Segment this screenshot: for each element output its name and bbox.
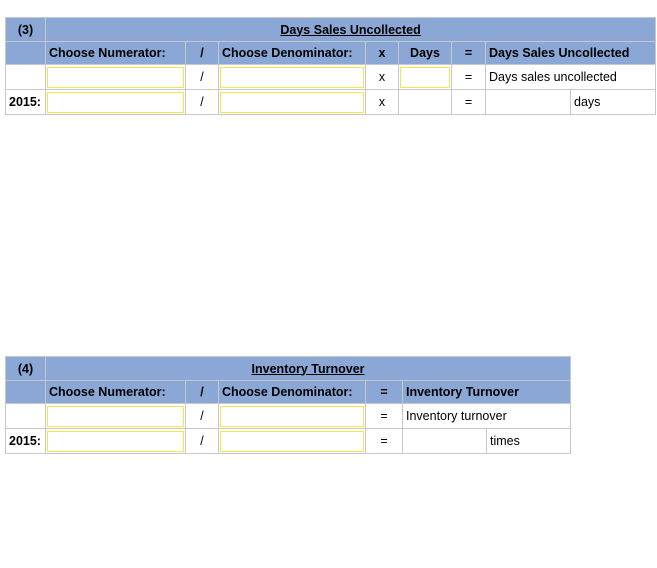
unit-days: days [569,89,657,115]
table-header-row: Choose Numerator: / Choose Denominator: … [5,41,657,65]
numerator-select[interactable] [47,66,184,88]
inventory-turnover-table: (4) Inventory Turnover Choose Numerator:… [5,356,572,454]
multiply-sign: x [365,64,399,90]
equals-sign: = [365,403,403,429]
divide-sign: / [185,403,219,429]
numerator-2015-input[interactable] [47,91,184,113]
table-row: 2015: / = times [5,428,572,454]
table-row: 2015: / x = days [5,89,657,115]
header-denominator: Choose Denominator: [218,41,366,65]
header-days: Days [398,41,452,65]
result-value-cell [485,89,571,115]
header-equals: = [365,380,403,404]
result-label: Days sales uncollected [484,64,657,90]
result-value-cell [402,428,487,454]
row-label [5,403,46,429]
section-number: (3) [5,17,46,42]
divide-sign: / [185,64,219,90]
table-row: / = Inventory turnover [5,403,572,429]
table-title-row: (4) Inventory Turnover [5,356,572,381]
divide-sign: / [185,89,219,115]
header-divide: / [185,41,219,65]
header-denominator: Choose Denominator: [218,380,366,404]
numerator-2015-input[interactable] [47,430,184,452]
table-row: / x = Days sales uncollected [5,64,657,90]
header-result: Inventory Turnover [401,380,572,404]
denominator-2015-input[interactable] [220,91,364,113]
header-divide: / [185,380,219,404]
row-label [5,64,46,90]
header-numerator: Choose Numerator: [45,41,186,65]
equals-sign: = [451,89,486,115]
header-result: Days Sales Uncollected [484,41,657,65]
denominator-select[interactable] [220,405,364,427]
table-header-row: Choose Numerator: / Choose Denominator: … [5,380,572,404]
denominator-2015-input[interactable] [220,430,364,452]
unit-times: times [485,428,572,454]
days-sales-uncollected-table: (3) Days Sales Uncollected Choose Numera… [5,17,657,115]
result-label: Inventory turnover [401,403,572,429]
table-title: Days Sales Uncollected [280,22,421,37]
multiply-sign: x [365,89,399,115]
days-value-cell [398,89,452,115]
row-label-2015: 2015: [5,89,46,115]
row-label-2015: 2015: [5,428,46,454]
denominator-select[interactable] [220,66,364,88]
equals-sign: = [451,64,486,90]
header-equals: = [451,41,486,65]
numerator-select[interactable] [47,405,184,427]
divide-sign: / [185,428,219,454]
table-title: Inventory Turnover [251,361,365,376]
section-number: (4) [5,356,46,381]
days-input[interactable] [400,66,450,88]
header-multiply: x [365,41,399,65]
table-title-row: (3) Days Sales Uncollected [5,17,657,42]
header-numerator: Choose Numerator: [45,380,186,404]
equals-sign: = [365,428,403,454]
